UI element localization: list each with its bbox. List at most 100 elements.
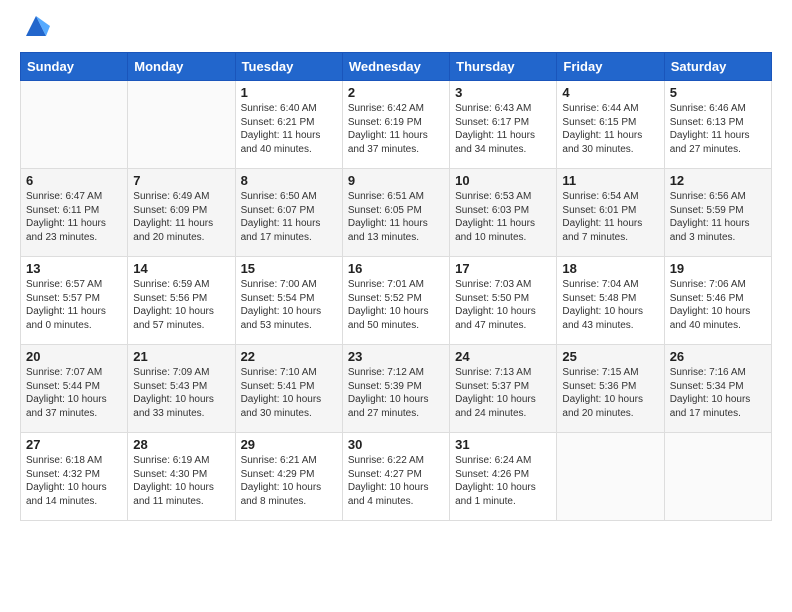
calendar-cell: 28 Sunrise: 6:19 AMSunset: 4:30 PMDayligh… [128,433,235,521]
day-detail: Sunrise: 7:16 AMSunset: 5:34 PMDaylight:… [670,366,766,420]
day-number: 10 [455,173,551,188]
calendar-cell [557,433,664,521]
day-number: 30 [348,437,444,452]
calendar-cell [21,81,128,169]
page: Sunday Monday Tuesday Wednesday Thursday… [0,0,792,541]
calendar-cell: 16 Sunrise: 7:01 AMSunset: 5:52 PMDayligh… [342,257,449,345]
calendar-cell: 2 Sunrise: 6:42 AMSunset: 6:19 PMDaylight… [342,81,449,169]
calendar-cell [664,433,771,521]
day-detail: Sunrise: 6:47 AMSunset: 6:11 PMDaylight:… [26,190,122,244]
day-number: 11 [562,173,658,188]
calendar-week-row: 27Sunrise: 6:18 AMSunset: 4:32 PMDayligh… [21,433,772,521]
day-number: 20 [26,349,122,364]
calendar-cell: 11 Sunrise: 6:54 AMSunset: 6:01 PMDayligh… [557,169,664,257]
calendar-week-row: 13 Sunrise: 6:57 AMSunset: 5:57 PMDayligh… [21,257,772,345]
day-number: 4 [562,85,658,100]
day-detail: Sunrise: 6:46 AMSunset: 6:13 PMDaylight:… [670,102,766,156]
day-detail: Sunrise: 7:01 AMSunset: 5:52 PMDaylight:… [348,278,444,332]
day-detail: Sunrise: 6:21 AMSunset: 4:29 PMDaylight:… [241,454,337,508]
day-detail: Sunrise: 6:57 AMSunset: 5:57 PMDaylight:… [26,278,122,332]
day-detail: Sunrise: 6:54 AMSunset: 6:01 PMDaylight:… [562,190,658,244]
calendar-cell: 10Sunrise: 6:53 AMSunset: 6:03 PMDayligh… [450,169,557,257]
day-detail: Sunrise: 7:15 AMSunset: 5:36 PMDaylight:… [562,366,658,420]
logo [20,16,50,40]
day-detail: Sunrise: 7:09 AMSunset: 5:43 PMDaylight:… [133,366,229,420]
calendar-cell: 24 Sunrise: 7:13 AMSunset: 5:37 PMDayligh… [450,345,557,433]
calendar-cell: 9 Sunrise: 6:51 AMSunset: 6:05 PMDaylight… [342,169,449,257]
day-number: 8 [241,173,337,188]
day-number: 17 [455,261,551,276]
day-number: 14 [133,261,229,276]
day-number: 3 [455,85,551,100]
col-friday: Friday [557,53,664,81]
day-number: 9 [348,173,444,188]
day-number: 27 [26,437,122,452]
day-detail: Sunrise: 6:56 AMSunset: 5:59 PMDaylight:… [670,190,766,244]
calendar-cell: 7 Sunrise: 6:49 AMSunset: 6:09 PMDaylight… [128,169,235,257]
calendar-cell: 5 Sunrise: 6:46 AMSunset: 6:13 PMDaylight… [664,81,771,169]
day-detail: Sunrise: 6:59 AMSunset: 5:56 PMDaylight:… [133,278,229,332]
day-number: 13 [26,261,122,276]
day-number: 2 [348,85,444,100]
day-detail: Sunrise: 7:12 AMSunset: 5:39 PMDaylight:… [348,366,444,420]
day-detail: Sunrise: 6:24 AMSunset: 4:26 PMDaylight:… [455,454,551,508]
calendar-cell: 15Sunrise: 7:00 AMSunset: 5:54 PMDayligh… [235,257,342,345]
day-detail: Sunrise: 7:10 AMSunset: 5:41 PMDaylight:… [241,366,337,420]
day-number: 7 [133,173,229,188]
day-number: 18 [562,261,658,276]
day-number: 24 [455,349,551,364]
logo-icon [22,12,50,40]
calendar-table: Sunday Monday Tuesday Wednesday Thursday… [20,52,772,521]
day-detail: Sunrise: 6:42 AMSunset: 6:19 PMDaylight:… [348,102,444,156]
day-number: 21 [133,349,229,364]
day-number: 25 [562,349,658,364]
day-number: 12 [670,173,766,188]
col-monday: Monday [128,53,235,81]
col-sunday: Sunday [21,53,128,81]
header [20,16,772,40]
day-detail: Sunrise: 7:06 AMSunset: 5:46 PMDaylight:… [670,278,766,332]
calendar-cell: 8 Sunrise: 6:50 AMSunset: 6:07 PMDaylight… [235,169,342,257]
calendar-header-row: Sunday Monday Tuesday Wednesday Thursday… [21,53,772,81]
calendar-cell: 23 Sunrise: 7:12 AMSunset: 5:39 PMDayligh… [342,345,449,433]
calendar-week-row: 6 Sunrise: 6:47 AMSunset: 6:11 PMDaylight… [21,169,772,257]
calendar-cell: 13 Sunrise: 6:57 AMSunset: 5:57 PMDayligh… [21,257,128,345]
day-detail: Sunrise: 6:50 AMSunset: 6:07 PMDaylight:… [241,190,337,244]
calendar-cell: 17 Sunrise: 7:03 AMSunset: 5:50 PMDayligh… [450,257,557,345]
calendar-cell: 3Sunrise: 6:43 AMSunset: 6:17 PMDaylight… [450,81,557,169]
col-saturday: Saturday [664,53,771,81]
col-wednesday: Wednesday [342,53,449,81]
calendar-cell: 27Sunrise: 6:18 AMSunset: 4:32 PMDayligh… [21,433,128,521]
calendar-week-row: 20Sunrise: 7:07 AMSunset: 5:44 PMDayligh… [21,345,772,433]
calendar-cell: 22Sunrise: 7:10 AMSunset: 5:41 PMDayligh… [235,345,342,433]
calendar-week-row: 1Sunrise: 6:40 AMSunset: 6:21 PMDaylight… [21,81,772,169]
col-thursday: Thursday [450,53,557,81]
day-detail: Sunrise: 6:40 AMSunset: 6:21 PMDaylight:… [241,102,337,156]
day-number: 28 [133,437,229,452]
calendar-cell: 6 Sunrise: 6:47 AMSunset: 6:11 PMDaylight… [21,169,128,257]
day-detail: Sunrise: 7:13 AMSunset: 5:37 PMDaylight:… [455,366,551,420]
calendar-cell: 26 Sunrise: 7:16 AMSunset: 5:34 PMDayligh… [664,345,771,433]
day-detail: Sunrise: 6:49 AMSunset: 6:09 PMDaylight:… [133,190,229,244]
day-number: 16 [348,261,444,276]
day-number: 29 [241,437,337,452]
calendar-cell: 19Sunrise: 7:06 AMSunset: 5:46 PMDayligh… [664,257,771,345]
day-detail: Sunrise: 7:04 AMSunset: 5:48 PMDaylight:… [562,278,658,332]
calendar-cell: 20Sunrise: 7:07 AMSunset: 5:44 PMDayligh… [21,345,128,433]
calendar-cell: 4Sunrise: 6:44 AMSunset: 6:15 PMDaylight… [557,81,664,169]
day-number: 23 [348,349,444,364]
day-detail: Sunrise: 6:51 AMSunset: 6:05 PMDaylight:… [348,190,444,244]
day-number: 5 [670,85,766,100]
day-number: 6 [26,173,122,188]
calendar-cell: 18 Sunrise: 7:04 AMSunset: 5:48 PMDayligh… [557,257,664,345]
day-detail: Sunrise: 7:03 AMSunset: 5:50 PMDaylight:… [455,278,551,332]
calendar-cell: 25 Sunrise: 7:15 AMSunset: 5:36 PMDayligh… [557,345,664,433]
day-number: 15 [241,261,337,276]
calendar-cell: 1Sunrise: 6:40 AMSunset: 6:21 PMDaylight… [235,81,342,169]
col-tuesday: Tuesday [235,53,342,81]
day-number: 31 [455,437,551,452]
calendar-cell [128,81,235,169]
calendar-cell: 21 Sunrise: 7:09 AMSunset: 5:43 PMDayligh… [128,345,235,433]
day-number: 26 [670,349,766,364]
day-detail: Sunrise: 6:19 AMSunset: 4:30 PMDaylight:… [133,454,229,508]
